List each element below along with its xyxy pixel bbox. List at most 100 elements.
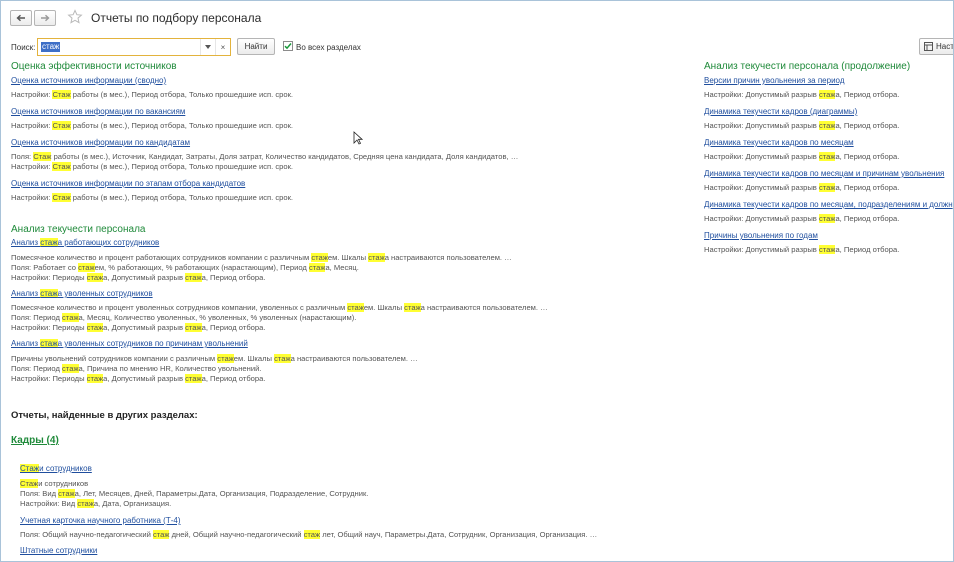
search-input[interactable]: стаж × xyxy=(37,38,231,56)
report-description: Поля: Период стажа, Причина по мнению HR… xyxy=(11,364,261,373)
search-match: стаж xyxy=(404,303,421,312)
search-match: стаж xyxy=(818,121,836,130)
search-match: стаж xyxy=(78,263,95,272)
report-link[interactable]: Учетная карточка научного работника (Т-4… xyxy=(20,516,181,525)
forward-button[interactable] xyxy=(34,10,56,26)
star-icon[interactable] xyxy=(67,9,83,25)
text-segment: Настройки: Допустимый разрыв xyxy=(704,245,819,254)
report-link[interactable]: Оценка источников информации по этапам о… xyxy=(11,179,245,188)
text-segment: Настройки: Допустимый разрыв xyxy=(704,183,819,192)
report-link[interactable]: Динамика текучести кадров по месяцам, по… xyxy=(704,200,953,209)
report-link[interactable]: Причины увольнения по годам xyxy=(704,231,818,240)
search-match: стаж xyxy=(303,530,321,539)
settings-button[interactable]: Наст xyxy=(919,38,954,55)
text-segment: а, Период отбора. xyxy=(835,152,900,161)
text-segment: Поля: xyxy=(11,152,34,161)
report-link[interactable]: Анализ стажа уволенных сотрудников по пр… xyxy=(11,339,248,348)
search-match: стаж xyxy=(818,90,836,99)
text-segment: и сотрудников xyxy=(39,464,92,473)
all-sections-label: Во всех разделах xyxy=(296,43,361,52)
report-description: Настройки: Допустимый разрыв стажа, Пери… xyxy=(704,214,899,223)
text-segment: а, Допустимый разрыв xyxy=(103,323,186,332)
report-link[interactable]: Стажи сотрудников xyxy=(20,464,92,473)
report-link[interactable]: Динамика текучести кадров по месяцам xyxy=(704,138,854,147)
search-match: Стаж xyxy=(52,90,71,99)
text-segment: а настраиваются пользователем. … xyxy=(420,303,548,312)
search-match: стаж xyxy=(86,374,104,383)
text-segment: Настройки: Допустимый разрыв xyxy=(704,152,819,161)
text-segment: а настраиваются пользователем. … xyxy=(384,253,512,262)
text-segment: Настройки: Периоды xyxy=(11,273,87,282)
report-description: Настройки: Вид стажа, Дата, Организация. xyxy=(20,499,171,508)
search-dropdown-button[interactable] xyxy=(200,39,214,55)
report-link[interactable]: Динамика текучести кадров по месяцам и п… xyxy=(704,169,944,178)
report-description: Настройки: Допустимый разрыв стажа, Пери… xyxy=(704,245,899,254)
search-match: стаж xyxy=(818,183,836,192)
report-description: Настройки: Допустимый разрыв стажа, Пери… xyxy=(704,121,899,130)
text-segment: дней, Общий научно-педагогический xyxy=(169,530,304,539)
text-segment: а уволенных сотрудников xyxy=(57,289,153,298)
text-segment: а работающих сотрудников xyxy=(57,238,160,247)
search-match: Стаж xyxy=(20,479,39,488)
text-segment: ем. Шкалы xyxy=(327,253,369,262)
text-segment: лет, Общий науч, Параметры.Дата, Сотрудн… xyxy=(320,530,598,539)
search-match: стаж xyxy=(40,339,58,348)
report-link[interactable]: Штатные сотрудники xyxy=(20,546,97,555)
search-match: стаж xyxy=(818,152,836,161)
text-segment: Поля: Период xyxy=(11,364,63,373)
report-description: Поля: Работает со стажем, % работающих, … xyxy=(11,263,359,272)
report-description: Настройки: Допустимый разрыв стажа, Пери… xyxy=(704,183,899,192)
text-segment: Настройки: Допустимый разрыв xyxy=(704,90,819,99)
text-segment: и сотрудников xyxy=(38,479,89,488)
report-link[interactable]: Анализ стажа уволенных сотрудников xyxy=(11,289,153,298)
text-segment: Поля: Работает со xyxy=(11,263,79,272)
other-sections-title: Отчеты, найденные в других разделах: xyxy=(11,410,198,421)
text-segment: а, Месяц, Количество уволенных, % уволен… xyxy=(78,313,357,322)
text-segment: а уволенных сотрудников по причинам увол… xyxy=(57,339,248,348)
search-match: стаж xyxy=(274,354,291,363)
search-match: стаж xyxy=(185,323,202,332)
text-segment: Настройки: xyxy=(11,121,53,130)
text-segment: Настройки: Вид xyxy=(20,499,78,508)
back-button[interactable] xyxy=(10,10,32,26)
report-link[interactable]: Оценка источников информации по кандидат… xyxy=(11,138,190,147)
text-segment: а, Период отбора. xyxy=(201,323,266,332)
text-segment: работы (в мес.), Период отбора, Только п… xyxy=(70,162,294,171)
find-button[interactable]: Найти xyxy=(237,38,275,55)
report-description: Поля: Общий научно-педагогический стаж д… xyxy=(20,530,597,539)
text-segment: Поля: Общий научно-педагогический xyxy=(20,530,153,539)
report-link[interactable]: Версии причин увольнения за период xyxy=(704,76,844,85)
settings-label: Наст xyxy=(936,42,954,51)
search-match: Стаж xyxy=(52,121,71,130)
all-sections-checkbox[interactable] xyxy=(283,41,293,51)
arrow-right-icon xyxy=(41,14,50,22)
text-segment: работы (в мес.), Период отбора, Только п… xyxy=(70,121,294,130)
report-link[interactable]: Оценка источников информации по вакансия… xyxy=(11,107,185,116)
text-segment: а, Период отбора. xyxy=(835,90,900,99)
page-title: Отчеты по подбору персонала xyxy=(91,11,262,25)
text-segment: Анализ xyxy=(11,289,41,298)
search-match: стаж xyxy=(62,313,79,322)
report-description: Настройки: Допустимый разрыв стажа, Пери… xyxy=(704,152,899,161)
search-match: стаж xyxy=(217,354,234,363)
report-link[interactable]: Оценка источников информации (сводно) xyxy=(11,76,166,85)
text-segment: а, Период отбора. xyxy=(835,183,900,192)
settings-table-icon xyxy=(924,42,933,51)
search-match: стаж xyxy=(308,263,326,272)
search-match: стаж xyxy=(368,253,385,262)
report-description: Настройки: Стаж работы (в мес.), Период … xyxy=(11,162,293,171)
clear-search-button[interactable]: × xyxy=(215,39,230,55)
search-match: стаж xyxy=(818,245,836,254)
text-segment: а настраиваются пользователем. … xyxy=(290,354,418,363)
report-link[interactable]: Динамика текучести кадров (диаграммы) xyxy=(704,107,857,116)
arrow-left-icon xyxy=(16,14,25,22)
text-segment: а, Дата, Организация. xyxy=(93,499,172,508)
search-match: стаж xyxy=(86,323,104,332)
search-match: Стаж xyxy=(52,162,71,171)
report-link[interactable]: Анализ стажа работающих сотрудников xyxy=(11,238,159,247)
text-segment: а, Период отбора. xyxy=(835,214,900,223)
report-description: Настройки: Допустимый разрыв стажа, Пери… xyxy=(704,90,899,99)
section-title: Анализ текучести персонала (продолжение) xyxy=(704,61,911,72)
report-description: Помесячное количество и процент уволенны… xyxy=(11,303,548,312)
group-link-kadry[interactable]: Кадры (4) xyxy=(11,435,59,446)
